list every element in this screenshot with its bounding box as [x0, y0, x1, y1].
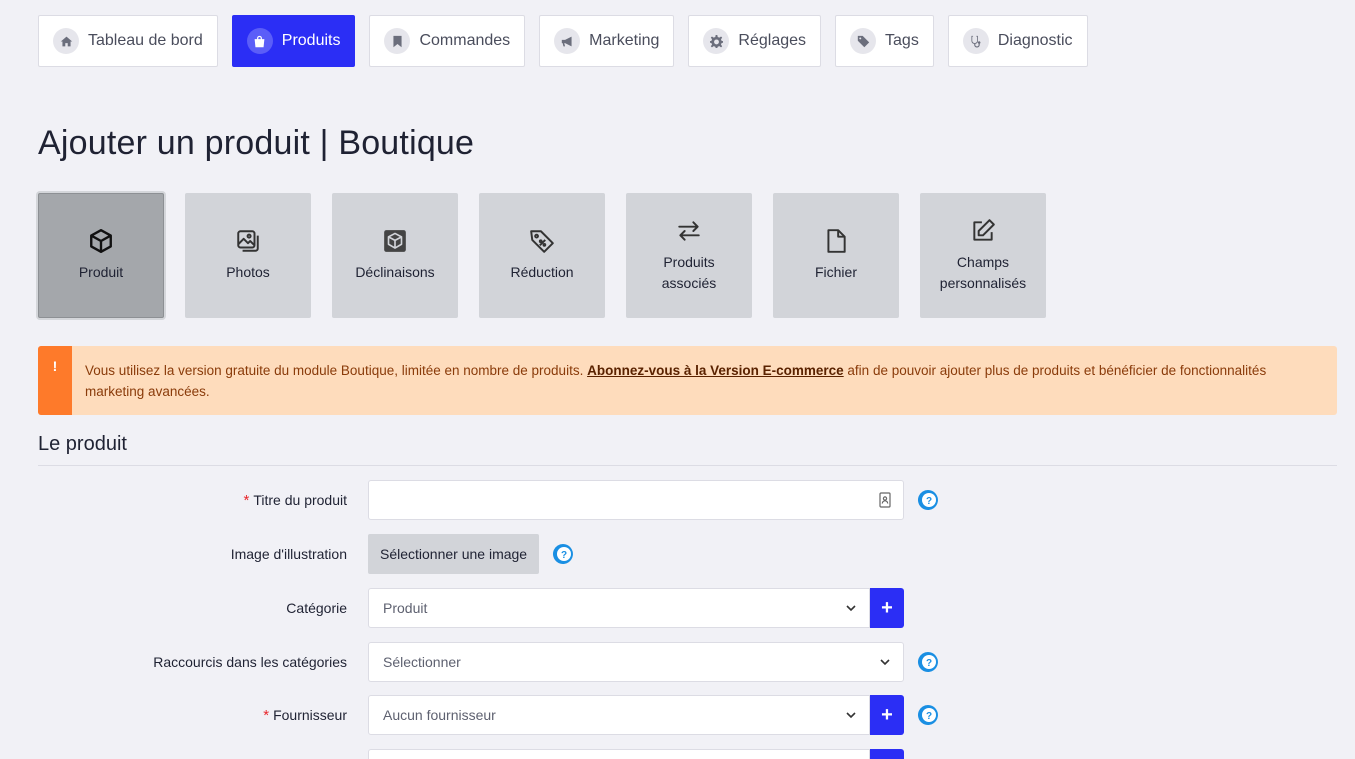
section-title: Le produit	[38, 433, 127, 455]
form-row-image: Image d'illustration Sélectionner une im…	[38, 534, 968, 574]
tab-declinaisons[interactable]: Déclinaisons	[332, 193, 458, 318]
image-label: Image d'illustration	[230, 546, 347, 562]
tab-label: Fichier	[814, 264, 857, 280]
nav-label: Tags	[885, 32, 919, 49]
form-row-title: * Titre du produit ?	[38, 480, 968, 520]
tab-fichier[interactable]: Fichier	[773, 193, 899, 318]
form-row-next	[38, 749, 968, 759]
tab-reduction[interactable]: Réduction	[479, 193, 605, 318]
svg-text:?: ?	[926, 711, 932, 722]
alert-text-before: Vous utilisez la version gratuite du mod…	[85, 363, 588, 378]
page-title: Ajouter un produit | Boutique	[38, 124, 475, 162]
tab-produit[interactable]: Produit	[38, 193, 164, 318]
tab-champs-personnalises[interactable]: Champs personnalisés	[920, 193, 1046, 318]
tab-label: Réduction	[510, 264, 574, 280]
supplier-label: * Fournisseur	[38, 707, 347, 724]
alert-accent-bar: !	[38, 346, 73, 415]
chevron-down-icon	[846, 712, 856, 719]
select-image-button[interactable]: Sélectionner une image	[368, 534, 540, 574]
contact-card-icon	[879, 492, 891, 508]
shortcuts-label: Raccourcis dans les catégories	[153, 654, 347, 670]
tab-produits-associes[interactable]: Produits associés	[626, 193, 752, 318]
form-row-category: Catégorie Produit +	[38, 588, 968, 628]
tab-label: Photos	[226, 264, 270, 280]
swap-arrows-icon	[678, 220, 700, 241]
help-icon[interactable]: ?	[916, 650, 940, 674]
nav-diagnostic[interactable]: Diagnostic	[947, 15, 1088, 67]
subscribe-link[interactable]: Abonnez-vous à la Version E-commerce	[587, 363, 844, 378]
top-navigation: Tableau de bord Produits Commandes Marke…	[38, 15, 1088, 67]
gear-icon	[703, 28, 730, 54]
edit-square-icon	[973, 218, 995, 241]
nav-tags[interactable]: Tags	[835, 15, 934, 67]
megaphone-icon	[554, 28, 581, 54]
chevron-down-icon	[880, 659, 890, 666]
discount-tag-icon	[530, 230, 554, 253]
shopping-bag-icon	[246, 28, 273, 54]
required-mark: *	[263, 706, 270, 724]
title-input[interactable]	[368, 480, 904, 520]
supplier-select[interactable]: Aucun fournisseur	[368, 695, 870, 735]
nav-label: Diagnostic	[997, 32, 1073, 49]
tags-icon	[850, 28, 877, 54]
title-label-text: Titre du produit	[253, 491, 347, 508]
product-tabs: Produit Photos Déclinaisons Réduction Pr…	[38, 193, 1046, 318]
nav-label: Réglages	[738, 32, 807, 49]
supplier-value: Aucun fournisseur	[383, 707, 496, 723]
nav-produits[interactable]: Produits	[231, 15, 356, 67]
nav-label: Commandes	[419, 32, 511, 49]
add-category-button[interactable]: +	[870, 588, 904, 628]
nav-label: Tableau de bord	[88, 32, 203, 49]
svg-text:?: ?	[926, 496, 932, 507]
supplier-label-text: Fournisseur	[273, 706, 347, 723]
cube-icon	[90, 228, 112, 254]
stethoscope-icon	[962, 28, 989, 54]
tab-label: Champs personnalisés	[939, 253, 1027, 291]
tab-label: Déclinaisons	[355, 264, 435, 280]
free-version-alert: ! Vous utilisez la version gratuite du m…	[38, 346, 1337, 415]
tab-label: Produits associés	[661, 253, 717, 291]
help-icon[interactable]: ?	[916, 703, 940, 727]
nav-label: Produits	[281, 32, 341, 49]
svg-text:?: ?	[561, 550, 567, 561]
svg-text:?: ?	[926, 658, 932, 669]
section-divider	[38, 465, 1337, 466]
nav-marketing[interactable]: Marketing	[539, 15, 675, 67]
tab-label: Produit	[78, 264, 124, 280]
category-label: Catégorie	[286, 600, 347, 616]
home-icon	[53, 28, 79, 54]
file-icon	[827, 229, 846, 253]
nav-reglages[interactable]: Réglages	[688, 15, 822, 67]
form-row-shortcuts: Raccourcis dans les catégories Sélection…	[38, 642, 968, 682]
photos-icon	[237, 230, 259, 252]
add-supplier-button[interactable]: +	[870, 695, 904, 735]
add-next-button[interactable]	[870, 749, 904, 759]
nav-commandes[interactable]: Commandes	[369, 15, 526, 67]
alert-exclamation-icon: !	[52, 358, 58, 374]
bookmark-icon	[384, 28, 411, 54]
alert-message: Vous utilisez la version gratuite du mod…	[72, 346, 1337, 415]
required-mark: *	[243, 491, 250, 509]
nav-tableau-de-bord[interactable]: Tableau de bord	[38, 15, 218, 67]
nav-label: Marketing	[589, 32, 660, 49]
box-variant-icon	[384, 230, 406, 252]
next-select[interactable]	[368, 749, 870, 759]
tab-photos[interactable]: Photos	[185, 193, 311, 318]
shortcuts-value: Sélectionner	[383, 654, 461, 670]
category-value: Produit	[383, 600, 428, 616]
form-row-supplier: * Fournisseur Aucun fournisseur + ?	[38, 695, 968, 735]
title-label: * Titre du produit	[38, 492, 347, 509]
category-select[interactable]: Produit	[368, 588, 870, 628]
shortcuts-select[interactable]: Sélectionner	[368, 642, 904, 682]
chevron-down-icon	[846, 605, 856, 612]
help-icon[interactable]: ?	[916, 488, 940, 512]
help-icon[interactable]: ?	[551, 542, 575, 566]
